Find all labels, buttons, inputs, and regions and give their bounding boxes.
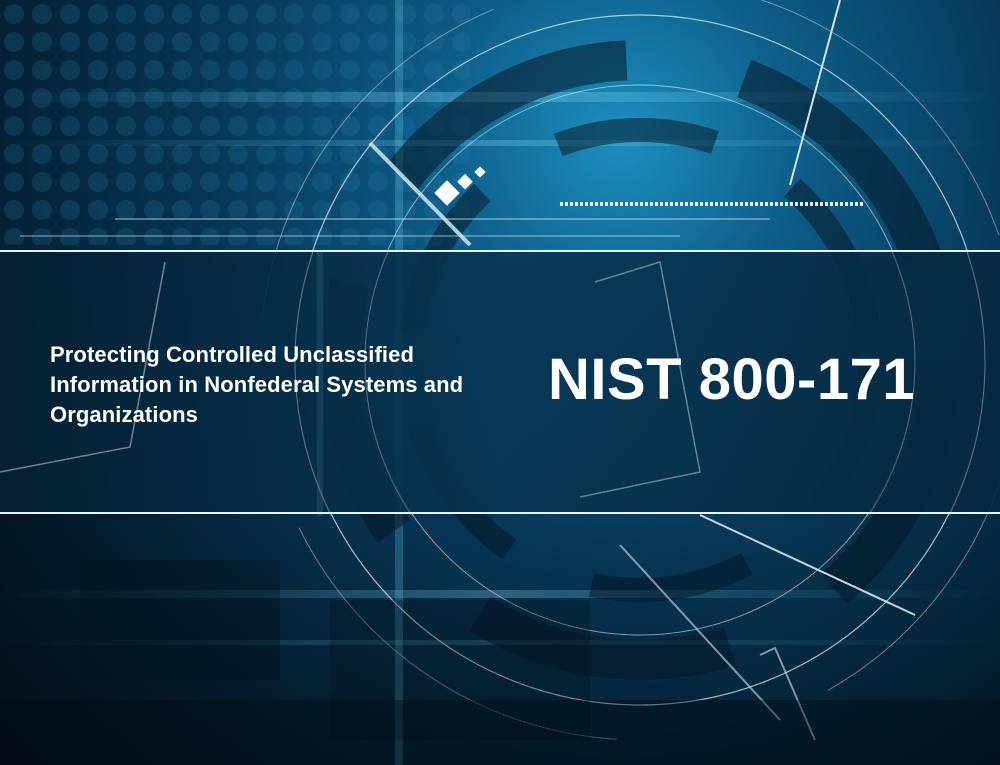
cover-image: Protecting Controlled Unclassified Infor… [0,0,1000,765]
cover-subtitle: Protecting Controlled Unclassified Infor… [50,342,464,427]
cover-title: NIST 800-171 [548,347,916,412]
title-band: Protecting Controlled Unclassified Infor… [0,250,1000,516]
